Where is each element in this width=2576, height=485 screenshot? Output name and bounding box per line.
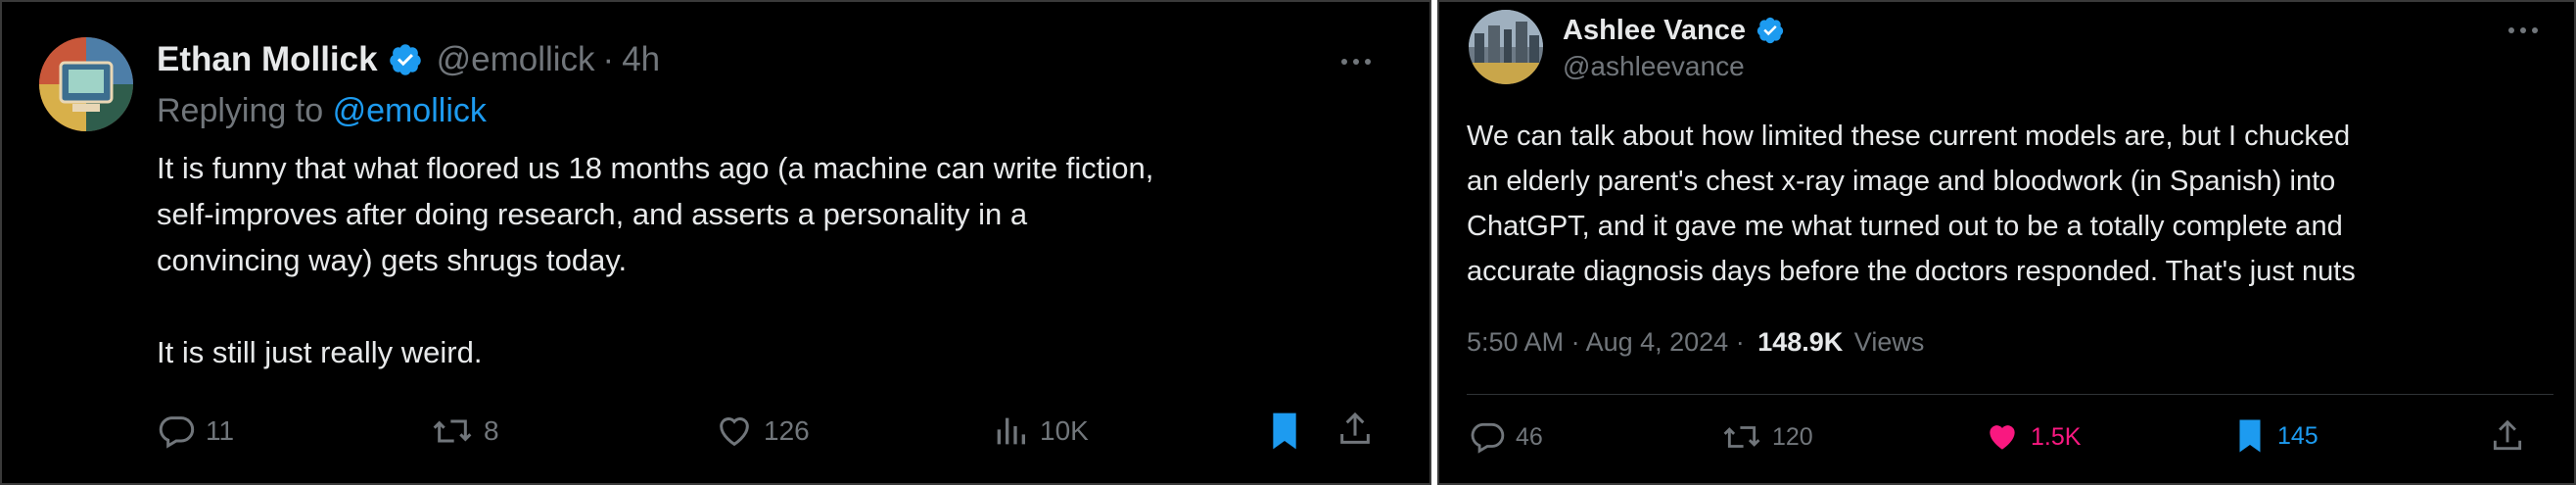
separator-dot: · (602, 40, 615, 78)
repost-button[interactable]: 8 (431, 412, 499, 451)
reply-prefix: Replying to (157, 92, 324, 129)
views-count: 10K (1040, 415, 1089, 446)
repost-icon (1721, 418, 1762, 456)
author-name-row: Ashlee Vance (1563, 12, 1785, 49)
author-handle[interactable]: @emollick (437, 40, 595, 79)
views-label: Views (1853, 327, 1925, 357)
author-row: Ethan Mollick @emollick · 4h (157, 37, 660, 82)
views-count: 148.9K (1757, 327, 1844, 357)
author-handle[interactable]: @ashleevance (1563, 51, 1745, 82)
share-button[interactable] (1335, 410, 1375, 449)
like-button[interactable]: 126 (715, 412, 810, 451)
avatar-image (1469, 10, 1543, 84)
right-tweet-panel: Ashlee Vance @ashleevance We can talk ab… (1437, 0, 2576, 485)
tweet-meta: 5:50 AM · Aug 4, 2024 · 148.9K Views (1467, 327, 1924, 358)
reply-count: 11 (206, 415, 235, 446)
like-count: 1.5K (2031, 422, 2082, 451)
avatar[interactable] (1469, 10, 1543, 84)
divider (1467, 394, 2553, 395)
author-name[interactable]: Ethan Mollick (157, 40, 378, 79)
repost-button[interactable]: 120 (1721, 418, 1813, 456)
bookmark-icon (1265, 410, 1304, 453)
reply-icon (1469, 418, 1506, 456)
reply-icon (157, 412, 196, 451)
tweet-text: We can talk about how limited these curr… (1467, 121, 2356, 287)
reply-button[interactable]: 11 (157, 412, 234, 451)
like-button[interactable]: 1.5K (1984, 418, 2081, 456)
like-icon (1984, 418, 2021, 456)
bookmark-count: 145 (2277, 421, 2318, 450)
share-icon (2489, 417, 2526, 455)
like-icon (715, 412, 754, 451)
repost-icon (431, 412, 474, 451)
repost-count: 8 (484, 415, 499, 446)
avatar[interactable] (39, 37, 133, 131)
verified-icon (388, 42, 423, 77)
more-icon[interactable] (2508, 27, 2538, 33)
like-count: 126 (764, 415, 810, 446)
share-button[interactable] (2489, 417, 2526, 455)
bookmark-icon (2232, 416, 2268, 456)
replying-to-line: Replying to @emollick (157, 92, 487, 130)
share-icon (1335, 410, 1375, 449)
author-name[interactable]: Ashlee Vance (1563, 15, 1746, 47)
tweet-text: It is funny that what floored us 18 mont… (157, 151, 1154, 369)
verified-icon (1756, 16, 1785, 45)
more-icon[interactable] (1341, 59, 1371, 65)
repost-count: 120 (1772, 422, 1813, 451)
tweet-time[interactable]: 4h (622, 40, 660, 79)
views-icon (991, 412, 1030, 451)
bookmark-button[interactable]: 145 (2232, 416, 2318, 456)
views-button[interactable]: 10K (991, 412, 1089, 451)
reply-count: 46 (1516, 422, 1543, 451)
avatar-image (39, 37, 133, 131)
reply-button[interactable]: 46 (1469, 418, 1543, 456)
bookmark-button[interactable] (1265, 410, 1304, 453)
reply-target-link[interactable]: @emollick (333, 92, 487, 129)
timestamp[interactable]: 5:50 AM · Aug 4, 2024 · (1467, 327, 1745, 357)
left-tweet-panel: Ethan Mollick @emollick · 4h Replying to… (0, 0, 1431, 485)
